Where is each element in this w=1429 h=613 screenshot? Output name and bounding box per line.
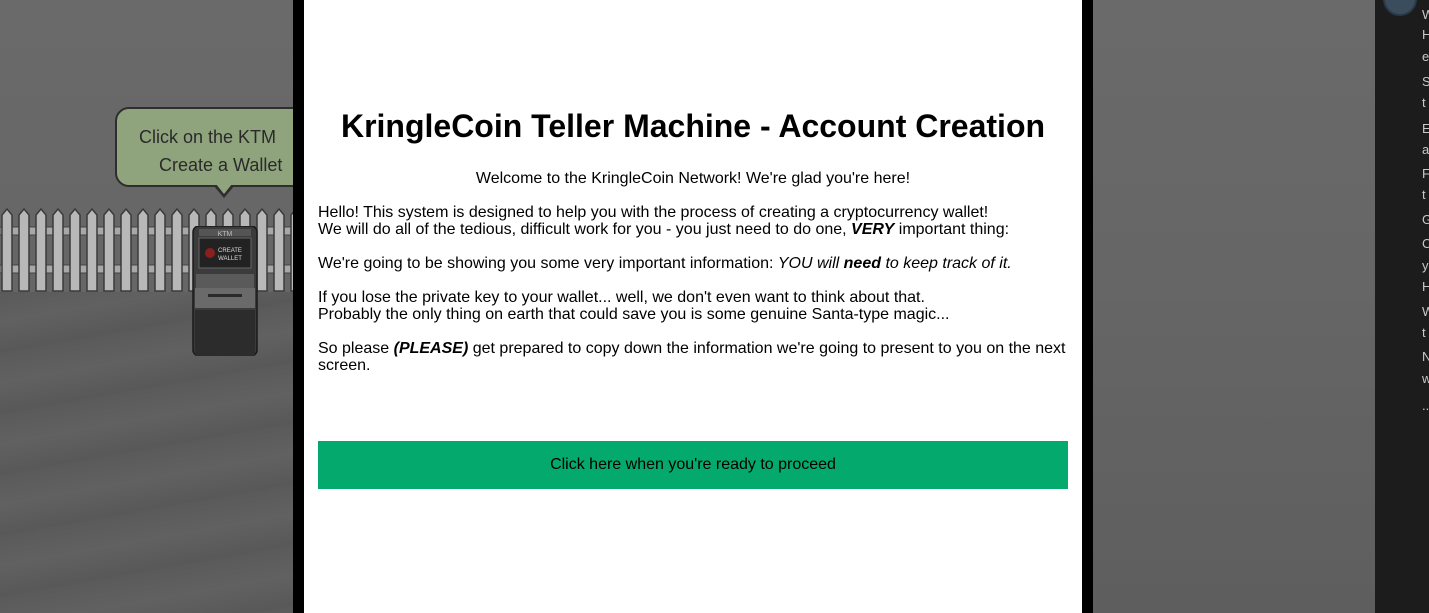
- chat-text-fragment: t: [1422, 187, 1426, 202]
- important-info-em-a: YOU will: [777, 255, 844, 272]
- chat-text-fragment: ...: [1422, 398, 1429, 413]
- proceed-button[interactable]: Click here when you're ready to proceed: [318, 441, 1068, 489]
- fence-picket: [103, 207, 115, 292]
- bubble-tail-fill: [216, 184, 232, 194]
- intro-line-2b: important thing:: [894, 221, 1010, 238]
- speech-bubble: Click on the KTM Create a Wallet: [115, 107, 315, 187]
- chat-text-fragment: H: [1422, 279, 1429, 294]
- game-stage: Click on the KTM Create a Wallet KTM CRE…: [0, 0, 1429, 613]
- fence-picket: [86, 207, 98, 292]
- avatar[interactable]: [1383, 0, 1417, 16]
- account-creation-modal: KringleCoin Teller Machine - Account Cre…: [304, 0, 1082, 613]
- chat-text-fragment: W: [1422, 7, 1429, 22]
- ktm-label: KTM: [218, 231, 233, 238]
- chat-text-fragment: N: [1422, 349, 1429, 364]
- chat-text-fragment: E: [1422, 121, 1429, 136]
- prepare-text-a: So please: [318, 340, 394, 357]
- important-info-em-b: to keep track of it.: [881, 255, 1012, 272]
- fence-picket: [137, 207, 149, 292]
- fence-picket: [120, 207, 132, 292]
- chat-text-fragment: G: [1422, 212, 1429, 227]
- chat-text-fragment: C: [1422, 236, 1429, 251]
- emphasis-need: need: [843, 255, 881, 272]
- chat-text-fragment: t: [1422, 325, 1426, 340]
- emphasis-please: (PLEASE): [393, 340, 469, 357]
- warning-paragraph: If you lose the private key to your wall…: [318, 289, 1070, 323]
- intro-paragraph: Hello! This system is designed to help y…: [318, 204, 1070, 238]
- welcome-text: Welcome to the KringleCoin Network! We'r…: [475, 170, 911, 187]
- fence-picket: [171, 207, 183, 292]
- warning-line-2: Probably the only thing on earth that co…: [318, 306, 950, 323]
- chat-text-fragment: S: [1422, 74, 1429, 89]
- ktm-screen-line-2: WALLET: [218, 256, 242, 262]
- ktm-machine[interactable]: KTM CREATE WALLET: [190, 226, 260, 356]
- chat-text-fragment: W: [1422, 304, 1429, 319]
- emphasis-very: VERY: [851, 221, 895, 238]
- modal-title: KringleCoin Teller Machine - Account Cre…: [340, 108, 1046, 144]
- intro-line-1: Hello! This system is designed to help y…: [318, 204, 989, 221]
- fence-picket: [52, 207, 64, 292]
- chat-text-fragment: F: [1422, 166, 1429, 181]
- important-info-paragraph: We're going to be showing you some very …: [318, 255, 1070, 272]
- chat-text-fragment: y: [1422, 258, 1429, 273]
- fence-picket: [273, 207, 285, 292]
- chat-text-fragment: e: [1422, 49, 1429, 64]
- prepare-paragraph: So please (PLEASE) get prepared to copy …: [318, 340, 1070, 374]
- important-info-text: We're going to be showing you some very …: [318, 255, 778, 272]
- fence-picket: [69, 207, 81, 292]
- chat-text-fragment: H: [1422, 27, 1429, 42]
- chat-sidebar[interactable]: WHeStEaFtGCyHWtNw...: [1375, 0, 1429, 613]
- chat-text-fragment: t: [1422, 95, 1426, 110]
- fence-picket: [1, 207, 13, 292]
- intro-line-2a: We will do all of the tedious, difficult…: [318, 221, 852, 238]
- warning-line-1: If you lose the private key to your wall…: [318, 289, 925, 306]
- record-icon: [205, 248, 215, 258]
- bubble-line-1: Click on the KTM: [139, 127, 277, 147]
- fence-picket: [35, 207, 47, 292]
- chat-text-fragment: w: [1422, 371, 1429, 386]
- bubble-line-2: Create a Wallet: [159, 155, 283, 175]
- chat-text-fragment: a: [1422, 142, 1429, 157]
- fence-picket: [18, 207, 30, 292]
- fence-picket: [154, 207, 166, 292]
- ktm-screen-line-1: CREATE: [218, 248, 242, 254]
